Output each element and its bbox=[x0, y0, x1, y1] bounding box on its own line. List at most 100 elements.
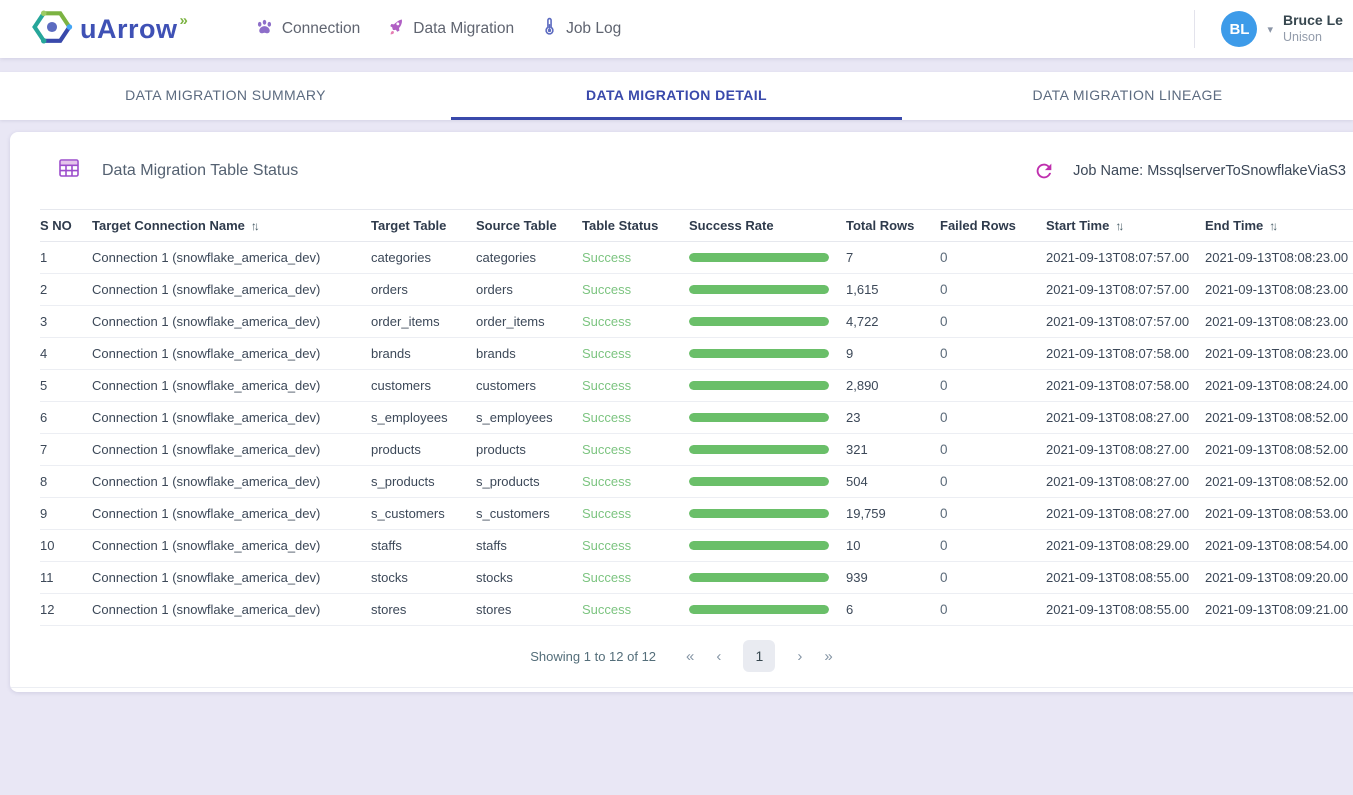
cell-start-time: 2021-09-13T08:08:27.00 bbox=[1046, 434, 1205, 466]
column-header-target-table: Target Table bbox=[371, 210, 476, 242]
column-label: End Time bbox=[1205, 218, 1263, 233]
cell-start-time: 2021-09-13T08:08:55.00 bbox=[1046, 562, 1205, 594]
cell-success-rate bbox=[689, 242, 846, 274]
cell-end-time: 2021-09-13T08:08:52.00 bbox=[1205, 466, 1353, 498]
success-rate-bar bbox=[689, 573, 829, 582]
cell-target-table: categories bbox=[371, 242, 476, 274]
cell-status: Success bbox=[582, 370, 689, 402]
tab-data-migration-lineage[interactable]: DATA MIGRATION LINEAGE bbox=[902, 72, 1353, 120]
cell-source-table: stocks bbox=[476, 562, 582, 594]
logo[interactable]: uArrow » bbox=[30, 5, 192, 54]
success-rate-bar bbox=[689, 413, 829, 422]
current-page-button[interactable]: 1 bbox=[743, 640, 775, 672]
rocket-icon bbox=[386, 17, 406, 42]
cell-target-connection: Connection 1 (snowflake_america_dev) bbox=[92, 498, 371, 530]
cell-success-rate bbox=[689, 498, 846, 530]
cell-total-rows: 939 bbox=[846, 562, 940, 594]
success-rate-bar bbox=[689, 477, 829, 486]
sort-icon[interactable]: ↑↓ bbox=[1269, 219, 1275, 233]
table-row: 11Connection 1 (snowflake_america_dev)st… bbox=[40, 562, 1353, 594]
cell-total-rows: 19,759 bbox=[846, 498, 940, 530]
cell-target-connection: Connection 1 (snowflake_america_dev) bbox=[92, 434, 371, 466]
column-label: Success Rate bbox=[689, 218, 774, 233]
table-row: 9Connection 1 (snowflake_america_dev)s_c… bbox=[40, 498, 1353, 530]
table-row: 12Connection 1 (snowflake_america_dev)st… bbox=[40, 594, 1353, 626]
avatar[interactable]: BL bbox=[1221, 11, 1257, 47]
cell-failed-rows: 0 bbox=[940, 498, 1046, 530]
cell-end-time: 2021-09-13T08:08:23.00 bbox=[1205, 274, 1353, 306]
cell-target-connection: Connection 1 (snowflake_america_dev) bbox=[92, 306, 371, 338]
thermometer-icon bbox=[540, 17, 559, 41]
cell-total-rows: 1,615 bbox=[846, 274, 940, 306]
cell-target-table: brands bbox=[371, 338, 476, 370]
sort-icon[interactable]: ↑↓ bbox=[251, 219, 257, 233]
success-rate-bar bbox=[689, 317, 829, 326]
cell-status: Success bbox=[582, 434, 689, 466]
cell-source-table: s_products bbox=[476, 466, 582, 498]
cell-total-rows: 10 bbox=[846, 530, 940, 562]
column-label: Total Rows bbox=[846, 218, 914, 233]
cell-failed-rows: 0 bbox=[940, 370, 1046, 402]
table-row: 1Connection 1 (snowflake_america_dev)cat… bbox=[40, 242, 1353, 274]
top-header: uArrow » Connection bbox=[0, 0, 1353, 58]
cell-failed-rows: 0 bbox=[940, 594, 1046, 626]
cell-source-table: staffs bbox=[476, 530, 582, 562]
panel-header-left: Data Migration Table Status bbox=[56, 156, 298, 185]
cell-target-connection: Connection 1 (snowflake_america_dev) bbox=[92, 402, 371, 434]
cell-failed-rows: 0 bbox=[940, 306, 1046, 338]
column-header-table-status: Table Status bbox=[582, 210, 689, 242]
nav-item-connection[interactable]: Connection bbox=[254, 16, 360, 42]
prev-page-button[interactable]: ‹ bbox=[716, 648, 721, 665]
success-rate-bar bbox=[689, 509, 829, 518]
nav-label: Connection bbox=[282, 20, 360, 38]
cell-end-time: 2021-09-13T08:08:23.00 bbox=[1205, 338, 1353, 370]
nav-item-job-log[interactable]: Job Log bbox=[540, 17, 621, 41]
cell-target-connection: Connection 1 (snowflake_america_dev) bbox=[92, 562, 371, 594]
cell-target-table: order_items bbox=[371, 306, 476, 338]
chevron-down-icon[interactable]: ▾ bbox=[1267, 23, 1273, 36]
migration-table: S NOTarget Connection Name↑↓Target Table… bbox=[40, 209, 1353, 626]
column-label: Start Time bbox=[1046, 218, 1109, 233]
cell-total-rows: 23 bbox=[846, 402, 940, 434]
column-header-success-rate: Success Rate bbox=[689, 210, 846, 242]
cell-start-time: 2021-09-13T08:08:55.00 bbox=[1046, 594, 1205, 626]
sort-icon[interactable]: ↑↓ bbox=[1115, 219, 1121, 233]
cell-target-table: stocks bbox=[371, 562, 476, 594]
cell-source-table: s_employees bbox=[476, 402, 582, 434]
table-row: 8Connection 1 (snowflake_america_dev)s_p… bbox=[40, 466, 1353, 498]
column-label: Source Table bbox=[476, 218, 557, 233]
next-page-button[interactable]: › bbox=[797, 648, 802, 665]
cell-status: Success bbox=[582, 530, 689, 562]
cell-failed-rows: 0 bbox=[940, 242, 1046, 274]
nav-item-data-migration[interactable]: Data Migration bbox=[386, 17, 514, 42]
table-row: 2Connection 1 (snowflake_america_dev)ord… bbox=[40, 274, 1353, 306]
success-rate-bar bbox=[689, 285, 829, 294]
cell-source-table: s_customers bbox=[476, 498, 582, 530]
success-rate-bar bbox=[689, 605, 829, 614]
tab-data-migration-detail[interactable]: DATA MIGRATION DETAIL bbox=[451, 72, 902, 120]
column-label: Table Status bbox=[582, 218, 658, 233]
success-rate-bar bbox=[689, 541, 829, 550]
cell-status: Success bbox=[582, 402, 689, 434]
table-row: 6Connection 1 (snowflake_america_dev)s_e… bbox=[40, 402, 1353, 434]
column-header-target-connection-name[interactable]: Target Connection Name↑↓ bbox=[92, 210, 371, 242]
cell-end-time: 2021-09-13T08:08:23.00 bbox=[1205, 306, 1353, 338]
cell-target-table: stores bbox=[371, 594, 476, 626]
last-page-button[interactable]: » bbox=[824, 648, 832, 665]
cell-end-time: 2021-09-13T08:09:21.00 bbox=[1205, 594, 1353, 626]
cell-end-time: 2021-09-13T08:08:53.00 bbox=[1205, 498, 1353, 530]
first-page-button[interactable]: « bbox=[686, 648, 694, 665]
column-header-end-time[interactable]: End Time ↑↓ bbox=[1205, 210, 1353, 242]
column-label: Failed Rows bbox=[940, 218, 1016, 233]
cell-start-time: 2021-09-13T08:08:27.00 bbox=[1046, 402, 1205, 434]
refresh-icon[interactable] bbox=[1033, 160, 1055, 182]
cell-target-connection: Connection 1 (snowflake_america_dev) bbox=[92, 530, 371, 562]
column-header-start-time[interactable]: Start Time ↑↓ bbox=[1046, 210, 1205, 242]
success-rate-bar bbox=[689, 349, 829, 358]
user-name: Bruce Le bbox=[1283, 12, 1353, 30]
cell-success-rate bbox=[689, 434, 846, 466]
cell-status: Success bbox=[582, 562, 689, 594]
cell-start-time: 2021-09-13T08:08:29.00 bbox=[1046, 530, 1205, 562]
tab-data-migration-summary[interactable]: DATA MIGRATION SUMMARY bbox=[0, 72, 451, 120]
cell-total-rows: 7 bbox=[846, 242, 940, 274]
